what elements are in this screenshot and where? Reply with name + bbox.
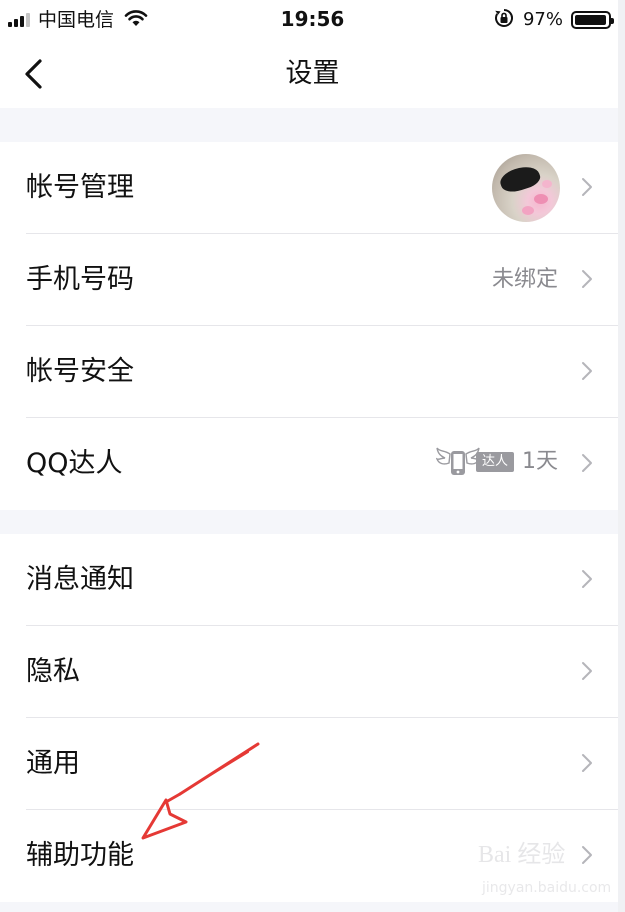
status-bar: 中国电信 19:56 97%: [0, 0, 625, 40]
settings-row-account-security[interactable]: 帐号安全: [0, 326, 618, 418]
row-label: 手机号码: [26, 264, 134, 295]
status-right: 97%: [493, 7, 614, 33]
row-label: QQ达人: [26, 448, 123, 479]
watermark-logo: Bai 经验: [478, 842, 566, 868]
settings-row-phone-number[interactable]: 手机号码 未绑定: [0, 234, 618, 326]
winged-phone-icon: [435, 447, 480, 475]
settings-row-account-management[interactable]: 帐号管理: [0, 142, 618, 234]
row-label: 帐号安全: [26, 356, 134, 387]
expert-badge: 达人: [435, 446, 514, 478]
chevron-right-icon: [580, 568, 594, 594]
battery-percent: 97%: [522, 9, 563, 30]
settings-row-notifications[interactable]: 消息通知: [0, 534, 618, 626]
settings-row-privacy[interactable]: 隐私: [0, 626, 618, 718]
row-label: 通用: [26, 748, 80, 779]
settings-row-qq-expert[interactable]: QQ达人 达人 1天: [0, 418, 618, 510]
chevron-right-icon: [580, 176, 594, 202]
orientation-lock-icon: [493, 7, 515, 33]
watermark: Bai 经验 jingyan.baidu.com: [478, 838, 618, 908]
chevron-right-icon: [580, 360, 594, 386]
row-label: 隐私: [26, 656, 80, 687]
chevron-right-icon: [580, 660, 594, 686]
row-label: 消息通知: [26, 564, 134, 595]
expert-tag: 达人: [475, 452, 514, 472]
qq-expert-status: 达人 1天: [435, 442, 558, 482]
row-label: 帐号管理: [26, 172, 134, 203]
settings-row-general[interactable]: 通用: [0, 718, 618, 810]
nav-bar: 设置: [0, 40, 625, 108]
settings-group-account: 帐号管理 手机号码 未绑定 帐号安全 QQ达人 达人 1天: [0, 142, 618, 510]
battery-icon: [571, 11, 614, 29]
expert-days: 1天: [522, 449, 558, 474]
page-title: 设置: [285, 58, 340, 89]
chevron-right-icon: [580, 752, 594, 778]
phone-status-value: 未绑定: [491, 267, 558, 292]
watermark-url: jingyan.baidu.com: [482, 880, 612, 896]
right-edge-strip: [618, 0, 625, 912]
row-label: 辅助功能: [26, 840, 134, 871]
chevron-right-icon: [580, 452, 594, 478]
avatar: [492, 154, 560, 222]
chevron-right-icon: [580, 268, 594, 294]
